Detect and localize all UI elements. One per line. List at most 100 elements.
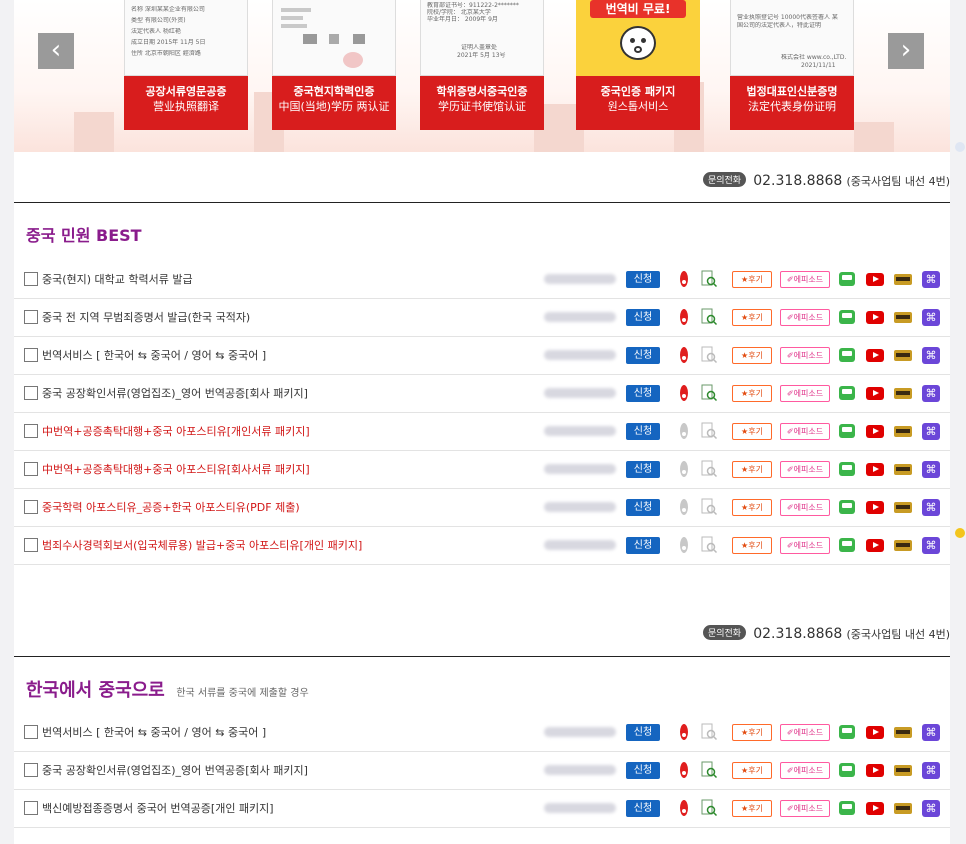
podcast-icon[interactable] xyxy=(894,498,912,516)
youtube-icon[interactable] xyxy=(866,270,884,288)
podcast-icon[interactable] xyxy=(894,270,912,288)
select-checkbox[interactable] xyxy=(24,424,38,438)
apply-button[interactable]: 신청 xyxy=(626,309,660,326)
link-icon[interactable]: ⌘ xyxy=(922,308,940,326)
item-name[interactable]: 번역서비스 [ 한국어 ⇆ 중국어 / 영어 ⇆ 중국어 ] xyxy=(42,724,266,740)
review-button[interactable]: ★후기 xyxy=(732,271,772,288)
episode-button[interactable]: ✐에피소드 xyxy=(780,762,830,779)
youtube-icon[interactable] xyxy=(866,723,884,741)
link-icon[interactable]: ⌘ xyxy=(922,799,940,817)
review-button[interactable]: ★후기 xyxy=(732,724,772,741)
blog-icon[interactable] xyxy=(838,460,856,478)
youtube-icon[interactable] xyxy=(866,799,884,817)
select-checkbox[interactable] xyxy=(24,801,38,815)
magnifier-doc-icon[interactable] xyxy=(700,536,718,554)
blog-icon[interactable] xyxy=(838,308,856,326)
phone-number[interactable]: 02.318.8868 xyxy=(753,173,842,189)
select-checkbox[interactable] xyxy=(24,272,38,286)
review-button[interactable]: ★후기 xyxy=(732,347,772,364)
review-button[interactable]: ★후기 xyxy=(732,800,772,817)
magnifier-doc-icon[interactable] xyxy=(700,422,718,440)
youtube-icon[interactable] xyxy=(866,308,884,326)
link-icon[interactable]: ⌘ xyxy=(922,460,940,478)
apply-button[interactable]: 신청 xyxy=(626,724,660,741)
exclamation-icon[interactable] xyxy=(677,422,691,440)
episode-button[interactable]: ✐에피소드 xyxy=(780,347,830,364)
link-icon[interactable]: ⌘ xyxy=(922,498,940,516)
blog-icon[interactable] xyxy=(838,346,856,364)
select-checkbox[interactable] xyxy=(24,386,38,400)
episode-button[interactable]: ✐에피소드 xyxy=(780,499,830,516)
banner-card[interactable]: 중국현지학력인증 中国(当地)学历 两认证 xyxy=(272,0,396,130)
link-icon[interactable]: ⌘ xyxy=(922,723,940,741)
select-checkbox[interactable] xyxy=(24,725,38,739)
review-button[interactable]: ★후기 xyxy=(732,461,772,478)
link-icon[interactable]: ⌘ xyxy=(922,384,940,402)
item-name[interactable]: 中번역+공증촉탁대행+중국 아포스티유[개인서류 패키지] xyxy=(42,423,310,439)
podcast-icon[interactable] xyxy=(894,460,912,478)
magnifier-doc-icon[interactable] xyxy=(700,799,718,817)
review-button[interactable]: ★후기 xyxy=(732,423,772,440)
review-button[interactable]: ★후기 xyxy=(732,499,772,516)
review-button[interactable]: ★후기 xyxy=(732,537,772,554)
exclamation-icon[interactable] xyxy=(677,460,691,478)
banner-card[interactable]: 教育部证书号：911222-2******* 院校/学院： 北京某大学 毕业年月… xyxy=(420,0,544,130)
apply-button[interactable]: 신청 xyxy=(626,762,660,779)
apply-button[interactable]: 신청 xyxy=(626,271,660,288)
select-checkbox[interactable] xyxy=(24,310,38,324)
youtube-icon[interactable] xyxy=(866,346,884,364)
episode-button[interactable]: ✐에피소드 xyxy=(780,537,830,554)
item-name[interactable]: 中번역+공증촉탁대행+중국 아포스티유[회사서류 패키지] xyxy=(42,461,310,477)
apply-button[interactable]: 신청 xyxy=(626,800,660,817)
blog-icon[interactable] xyxy=(838,723,856,741)
blog-icon[interactable] xyxy=(838,422,856,440)
phone-number[interactable]: 02.318.8868 xyxy=(753,626,842,642)
banner-card[interactable]: 번역비 무료! 중국인증 패키지 원스톱서비스 xyxy=(576,0,700,130)
exclamation-icon[interactable] xyxy=(677,536,691,554)
apply-button[interactable]: 신청 xyxy=(626,499,660,516)
item-name[interactable]: 번역서비스 [ 한국어 ⇆ 중국어 / 영어 ⇆ 중국어 ] xyxy=(42,347,266,363)
review-button[interactable]: ★후기 xyxy=(732,762,772,779)
magnifier-doc-icon[interactable] xyxy=(700,498,718,516)
item-name[interactable]: 중국 공장확인서류(영업집조)_영어 번역공증[회사 패키지] xyxy=(42,762,308,778)
apply-button[interactable]: 신청 xyxy=(626,461,660,478)
youtube-icon[interactable] xyxy=(866,460,884,478)
item-name[interactable]: 중국 공장확인서류(영업집조)_영어 번역공증[회사 패키지] xyxy=(42,385,308,401)
episode-button[interactable]: ✐에피소드 xyxy=(780,423,830,440)
link-icon[interactable]: ⌘ xyxy=(922,422,940,440)
select-checkbox[interactable] xyxy=(24,348,38,362)
podcast-icon[interactable] xyxy=(894,384,912,402)
select-checkbox[interactable] xyxy=(24,500,38,514)
magnifier-doc-icon[interactable] xyxy=(700,761,718,779)
select-checkbox[interactable] xyxy=(24,462,38,476)
apply-button[interactable]: 신청 xyxy=(626,537,660,554)
exclamation-icon[interactable] xyxy=(677,799,691,817)
select-checkbox[interactable] xyxy=(24,538,38,552)
apply-button[interactable]: 신청 xyxy=(626,423,660,440)
podcast-icon[interactable] xyxy=(894,346,912,364)
blog-icon[interactable] xyxy=(838,799,856,817)
exclamation-icon[interactable] xyxy=(677,270,691,288)
carousel-next-button[interactable]: › xyxy=(888,33,924,69)
podcast-icon[interactable] xyxy=(894,422,912,440)
blog-icon[interactable] xyxy=(838,270,856,288)
podcast-icon[interactable] xyxy=(894,308,912,326)
podcast-icon[interactable] xyxy=(894,536,912,554)
youtube-icon[interactable] xyxy=(866,384,884,402)
youtube-icon[interactable] xyxy=(866,761,884,779)
youtube-icon[interactable] xyxy=(866,422,884,440)
review-button[interactable]: ★후기 xyxy=(732,309,772,326)
blog-icon[interactable] xyxy=(838,761,856,779)
apply-button[interactable]: 신청 xyxy=(626,385,660,402)
apply-button[interactable]: 신청 xyxy=(626,347,660,364)
exclamation-icon[interactable] xyxy=(677,723,691,741)
exclamation-icon[interactable] xyxy=(677,308,691,326)
podcast-icon[interactable] xyxy=(894,761,912,779)
podcast-icon[interactable] xyxy=(894,799,912,817)
review-button[interactable]: ★후기 xyxy=(732,385,772,402)
banner-card[interactable]: 名称 深圳某某企业有限公司 类型 有限公司(外资) 法定代表人 杨红艳 成立日期… xyxy=(124,0,248,130)
episode-button[interactable]: ✐에피소드 xyxy=(780,309,830,326)
magnifier-doc-icon[interactable] xyxy=(700,384,718,402)
item-name[interactable]: 중국학력 아포스티유_공증+한국 아포스티유(PDF 제출) xyxy=(42,499,300,515)
blog-icon[interactable] xyxy=(838,536,856,554)
